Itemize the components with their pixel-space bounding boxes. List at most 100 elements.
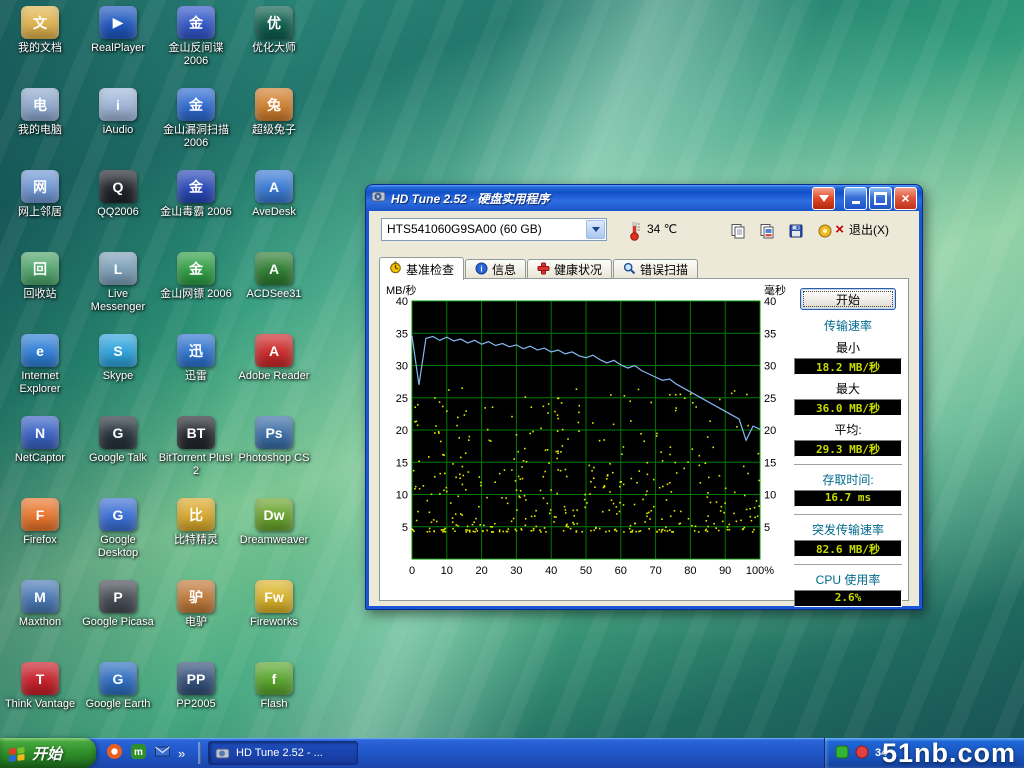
- desktop-icon-29[interactable]: 兔超级兔子: [236, 88, 312, 137]
- tray-icon-1[interactable]: [835, 745, 849, 762]
- tab-benchmark[interactable]: 基准检查: [379, 257, 464, 280]
- desktop-icon-8[interactable]: MMaxthon: [2, 580, 78, 629]
- desktop-icon-4[interactable]: 回回收站: [2, 252, 78, 301]
- desktop-icon-24[interactable]: BTBitTorrent Plus! 2: [158, 416, 234, 477]
- desktop-icon-7[interactable]: FFirefox: [2, 498, 78, 547]
- desktop-icon-13[interactable]: LLive Messenger: [80, 252, 156, 313]
- watermark: 51nb.com: [882, 738, 1016, 768]
- copy-image-button[interactable]: [754, 218, 779, 243]
- desktop-icon-30[interactable]: AAveDesk: [236, 170, 312, 219]
- desktop-icon-34[interactable]: DwDreamweaver: [236, 498, 312, 547]
- max-value: 36.0 MB/秒: [794, 399, 902, 416]
- svg-text:40: 40: [545, 565, 557, 577]
- combo-dropdown-arrow-icon[interactable]: [586, 220, 605, 239]
- svg-text:25: 25: [764, 393, 776, 405]
- desktop-icon-19[interactable]: 金金山反间谍 2006: [158, 6, 234, 67]
- desktop-icon-23[interactable]: 迅迅雷: [158, 334, 234, 383]
- desktop-icon-25[interactable]: 比比特精灵: [158, 498, 234, 547]
- app-icon: S: [99, 334, 137, 367]
- cpu-usage-label: CPU 使用率: [792, 571, 904, 588]
- svg-text:0: 0: [409, 565, 415, 577]
- desktop-icon-26[interactable]: 驴电驴: [158, 580, 234, 629]
- options-button[interactable]: [812, 218, 837, 243]
- desktop-icon-17[interactable]: PGoogle Picasa: [80, 580, 156, 629]
- maximize-button[interactable]: [869, 187, 892, 210]
- desktop-icon-36[interactable]: fFlash: [236, 662, 312, 711]
- tray-icon-2[interactable]: [855, 745, 869, 762]
- drive-selector[interactable]: HTS541060G9SA00 (60 GB): [381, 218, 607, 241]
- desktop-icon-1[interactable]: 文我的文档: [2, 6, 78, 55]
- app-icon: A: [255, 170, 293, 203]
- desktop-icon-28[interactable]: 优优化大师: [236, 6, 312, 55]
- desktop-icon-2[interactable]: 电我的电脑: [2, 88, 78, 137]
- save-button[interactable]: [783, 218, 808, 243]
- desktop-icon-18[interactable]: GGoogle Earth: [80, 662, 156, 711]
- app-icon: 金: [177, 88, 215, 121]
- app-icon: 迅: [177, 334, 215, 367]
- desktop-icon-label: 迅雷: [158, 370, 234, 383]
- close-button[interactable]: ×: [894, 187, 917, 210]
- desktop-icon-14[interactable]: SSkype: [80, 334, 156, 383]
- app-icon: G: [99, 498, 137, 531]
- update-arrow-button[interactable]: [812, 187, 835, 210]
- desktop-icon-label: 金山漏洞扫描 2006: [158, 124, 234, 149]
- exit-button[interactable]: × 退出(X): [835, 221, 889, 238]
- svg-text:20: 20: [475, 565, 487, 577]
- tab-info[interactable]: i信息: [465, 259, 526, 279]
- quick-launch-icon-3[interactable]: [154, 743, 171, 763]
- desktop-icon-label: Fireworks: [236, 616, 312, 629]
- desktop-icon-10[interactable]: ▶RealPlayer: [80, 6, 156, 55]
- tab-label: 错误扫描: [640, 261, 688, 278]
- desktop-icon-label: ACDSee31: [236, 288, 312, 301]
- desktop-icon-label: 优化大师: [236, 42, 312, 55]
- desktop-icon-20[interactable]: 金金山漏洞扫描 2006: [158, 88, 234, 149]
- desktop-icon-label: Google Desktop: [80, 534, 156, 559]
- quick-launch-icon-2[interactable]: m: [130, 743, 147, 763]
- desktop-icon-35[interactable]: FwFireworks: [236, 580, 312, 629]
- quick-launch-icon-1[interactable]: [106, 743, 123, 763]
- desktop-icon-label: Maxthon: [2, 616, 78, 629]
- app-icon: G: [99, 662, 137, 695]
- start-benchmark-button[interactable]: 开始: [800, 288, 896, 310]
- desktop-icon-15[interactable]: GGoogle Talk: [80, 416, 156, 465]
- start-button[interactable]: 开始: [0, 738, 96, 768]
- tab-health[interactable]: 健康状况: [527, 259, 612, 279]
- svg-text:MB/秒: MB/秒: [386, 283, 417, 297]
- desktop-icon-6[interactable]: NNetCaptor: [2, 416, 78, 465]
- taskbar-task-hdtune[interactable]: HD Tune 2.52 - ...: [208, 741, 358, 765]
- desktop-icon-21[interactable]: 金金山毒霸 2006: [158, 170, 234, 219]
- taskbar-divider: [198, 742, 201, 764]
- tab-scan[interactable]: 错误扫描: [613, 259, 698, 279]
- desktop-icon-11[interactable]: iiAudio: [80, 88, 156, 137]
- desktop-icon-32[interactable]: AAdobe Reader: [236, 334, 312, 383]
- desktop-icon-label: 电驴: [158, 616, 234, 629]
- desktop-icon-12[interactable]: QQQ2006: [80, 170, 156, 219]
- svg-text:10: 10: [764, 490, 776, 502]
- temperature-readout: 34 ℃: [647, 222, 677, 236]
- desktop-icon-31[interactable]: AACDSee31: [236, 252, 312, 301]
- tab-label: 健康状况: [554, 261, 602, 278]
- app-icon: BT: [177, 416, 215, 449]
- minimize-button[interactable]: [844, 187, 867, 210]
- desktop-icon-27[interactable]: PPPP2005: [158, 662, 234, 711]
- desktop-icon-label: Google Picasa: [80, 616, 156, 629]
- benchmark-tab-page: 5510101515202025253030353540400102030405…: [379, 278, 909, 601]
- desktop-icon-16[interactable]: G Google Desktop: [80, 498, 156, 559]
- svg-text:m: m: [134, 747, 143, 758]
- desktop-icon-5[interactable]: eInternet Explorer: [2, 334, 78, 395]
- desktop-icon-label: PP2005: [158, 698, 234, 711]
- desktop-icon-3[interactable]: 网网上邻居: [2, 170, 78, 219]
- separator: [794, 514, 902, 516]
- desktop-icon-22[interactable]: 金金山网镖 2006: [158, 252, 234, 301]
- desktop-icon-33[interactable]: PsPhotoshop CS: [236, 416, 312, 465]
- window-titlebar[interactable]: HD Tune 2.52 - 硬盘实用程序 ×: [366, 185, 922, 211]
- app-icon: T: [21, 662, 59, 695]
- drive-selector-value: HTS541060G9SA00 (60 GB): [387, 222, 542, 236]
- desktop-icon-label: Internet Explorer: [2, 370, 78, 395]
- exit-label: 退出(X): [849, 221, 889, 238]
- quick-launch-expand-chevron[interactable]: »: [178, 746, 185, 761]
- desktop-icon-label: 金山毒霸 2006: [158, 206, 234, 219]
- copy-text-button[interactable]: [725, 218, 750, 243]
- desktop-icon-9[interactable]: TThink Vantage: [2, 662, 78, 711]
- burst-rate-value: 82.6 MB/秒: [794, 540, 902, 557]
